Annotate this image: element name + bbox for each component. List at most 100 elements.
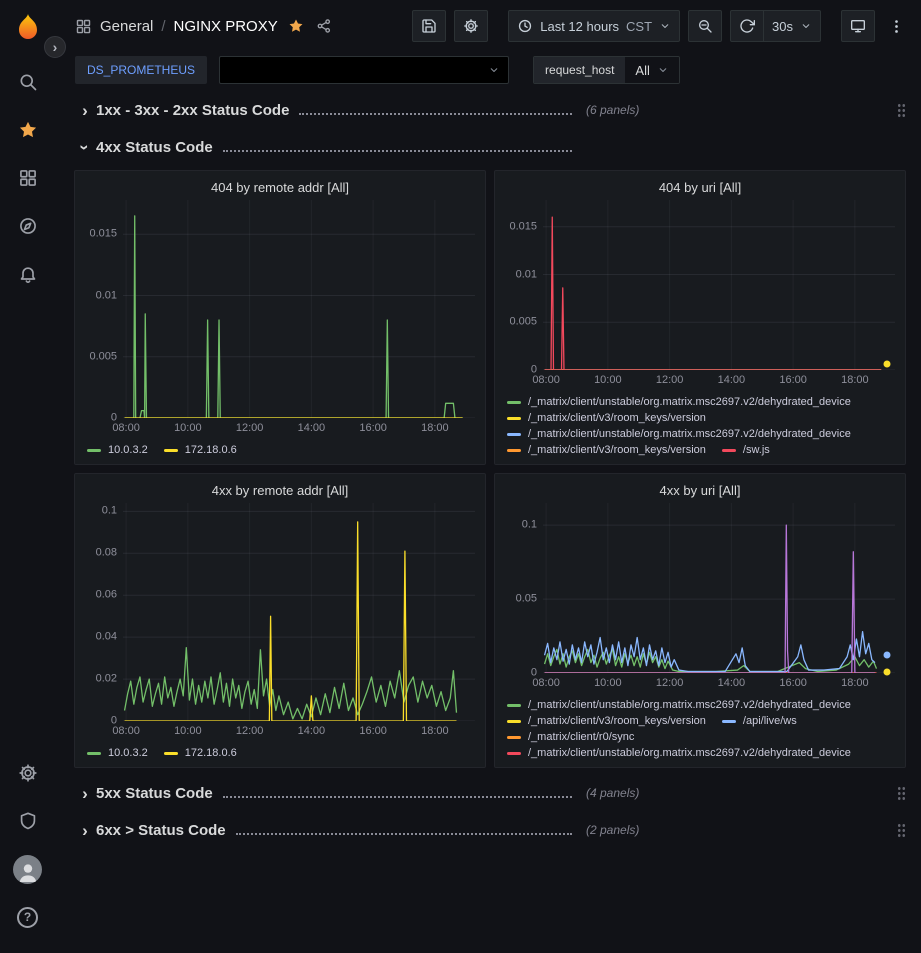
legend-item[interactable]: /sw.js — [722, 444, 770, 456]
row-title[interactable]: 4xx Status Code — [96, 139, 213, 156]
sidebar: › ? — [0, 0, 55, 953]
drag-handle-icon[interactable] — [897, 103, 906, 118]
chevron-right-icon: › — [53, 39, 58, 55]
legend-item[interactable]: /_matrix/client/unstable/org.matrix.msc2… — [507, 699, 851, 711]
legend-swatch — [87, 449, 101, 452]
cycle-view-button[interactable] — [841, 10, 875, 42]
dotted-leader — [223, 150, 572, 152]
x-tick-label: 08:00 — [112, 422, 140, 434]
breadcrumb-folder[interactable]: General — [100, 18, 153, 35]
plot-area[interactable] — [543, 200, 895, 370]
expand-sidebar-button[interactable]: › — [44, 36, 66, 58]
search-icon — [18, 72, 38, 92]
refresh-interval-dropdown[interactable]: 30s — [764, 10, 821, 42]
gear-icon — [18, 763, 38, 783]
plot-area[interactable] — [543, 503, 895, 673]
legend-label: /_matrix/client/v3/room_keys/version — [528, 412, 706, 424]
plot-area[interactable] — [123, 503, 475, 721]
save-dashboard-button[interactable] — [412, 10, 446, 42]
x-tick-label: 16:00 — [779, 374, 807, 386]
legend-swatch — [507, 736, 521, 739]
drag-handle-icon[interactable] — [897, 786, 906, 801]
drag-handle-icon[interactable] — [897, 823, 906, 838]
panel-count: (2 panels) — [586, 823, 639, 837]
legend-item[interactable]: 172.18.0.6 — [164, 747, 237, 759]
x-tick-label: 10:00 — [594, 677, 622, 689]
time-picker-button[interactable]: Last 12 hours CST — [508, 10, 680, 42]
legend-label: /_matrix/client/r0/sync — [528, 731, 634, 743]
panel-title[interactable]: 4xx by remote addr [All] — [85, 480, 475, 503]
variable-value-ds-prometheus[interactable] — [219, 56, 509, 84]
legend-item[interactable]: 10.0.3.2 — [87, 444, 148, 456]
row-5xx-status-code[interactable]: › 5xx Status Code (4 panels) — [74, 779, 906, 807]
sidebar-item-explore[interactable] — [8, 202, 48, 250]
row-6xx-status-code[interactable]: › 6xx > Status Code (2 panels) — [74, 816, 906, 844]
sidebar-item-alerting[interactable] — [8, 250, 48, 298]
refresh-button[interactable] — [730, 10, 764, 42]
legend-item[interactable]: /_matrix/client/unstable/org.matrix.msc2… — [507, 747, 851, 759]
star-icon — [288, 18, 304, 34]
main-area: General / NGINX PROXY L — [55, 0, 921, 953]
refresh-icon — [739, 18, 755, 34]
sidebar-item-configuration[interactable] — [8, 749, 48, 797]
row-1xx-3xx-2xx-status-code[interactable]: › 1xx - 3xx - 2xx Status Code (6 panels) — [74, 96, 906, 124]
y-axis: 00.020.040.060.080.1 — [85, 503, 123, 721]
favorite-star-button[interactable] — [286, 16, 306, 36]
breadcrumb: General / NGINX PROXY — [75, 16, 334, 36]
legend-item[interactable]: /_matrix/client/v3/room_keys/version — [507, 444, 706, 456]
legend-swatch — [507, 704, 521, 707]
variable-label-ds-prometheus[interactable]: DS_PROMETHEUS — [75, 56, 207, 84]
sidebar-item-profile[interactable] — [8, 845, 48, 893]
legend-item[interactable]: 10.0.3.2 — [87, 747, 148, 759]
legend-item[interactable]: /_matrix/client/unstable/org.matrix.msc2… — [507, 396, 851, 408]
sidebar-item-server-admin[interactable] — [8, 797, 48, 845]
legend-item[interactable]: /_matrix/client/v3/room_keys/version — [507, 412, 706, 424]
row-title[interactable]: 5xx Status Code — [96, 785, 213, 802]
y-tick-label: 0.04 — [96, 632, 117, 643]
x-tick-label: 14:00 — [298, 725, 326, 737]
dotted-leader — [236, 833, 572, 835]
share-icon — [316, 18, 332, 34]
sidebar-item-dashboards[interactable] — [8, 154, 48, 202]
legend-swatch — [507, 752, 521, 755]
row-title[interactable]: 1xx - 3xx - 2xx Status Code — [96, 102, 289, 119]
plot-area[interactable] — [123, 200, 475, 418]
y-tick-label: 0.005 — [89, 351, 117, 362]
zoom-out-time-button[interactable] — [688, 10, 722, 42]
x-tick-label: 18:00 — [841, 374, 869, 386]
row-title[interactable]: 6xx > Status Code — [96, 822, 226, 839]
person-icon — [16, 860, 40, 884]
legend-item[interactable]: /_matrix/client/v3/room_keys/version — [507, 715, 706, 727]
refresh-group: 30s — [730, 10, 821, 42]
sidebar-item-search[interactable] — [8, 58, 48, 106]
row-title-wrap: 6xx > Status Code — [96, 822, 582, 839]
kebab-menu-button[interactable] — [883, 10, 909, 42]
panel-title[interactable]: 4xx by uri [All] — [505, 480, 895, 503]
variable-label-request-host: request_host — [534, 57, 625, 83]
series-end-dot — [884, 668, 891, 675]
row-4xx-status-code[interactable]: › 4xx Status Code — [74, 133, 906, 161]
y-tick-label: 0.05 — [516, 594, 537, 605]
grafana-app: › ? — [0, 0, 921, 953]
panel-title[interactable]: 404 by uri [All] — [505, 177, 895, 200]
panel-title[interactable]: 404 by remote addr [All] — [85, 177, 475, 200]
variable-request-host[interactable]: request_host All — [533, 56, 680, 84]
chevron-down-icon — [659, 20, 671, 32]
x-tick-label: 14:00 — [718, 374, 746, 386]
sidebar-item-help[interactable]: ? — [8, 893, 48, 941]
legend-item[interactable]: /_matrix/client/unstable/org.matrix.msc2… — [507, 428, 851, 440]
sidebar-item-starred[interactable] — [8, 106, 48, 154]
legend-item[interactable]: 172.18.0.6 — [164, 444, 237, 456]
legend-item[interactable]: /_matrix/client/r0/sync — [507, 731, 634, 743]
legend: 10.0.3.2 172.18.0.6 — [85, 740, 475, 759]
legend-item[interactable]: /api/live/ws — [722, 715, 797, 727]
dashboard-body: › 1xx - 3xx - 2xx Status Code (6 panels)… — [55, 88, 921, 953]
x-tick-label: 18:00 — [421, 725, 449, 737]
share-button[interactable] — [314, 16, 334, 36]
variable-value-request-host[interactable]: All — [625, 57, 678, 83]
dashboard-settings-button[interactable] — [454, 10, 488, 42]
clock-icon — [517, 18, 533, 34]
gear-icon — [463, 18, 479, 34]
grafana-logo[interactable] — [10, 8, 46, 48]
dashboard-title[interactable]: NGINX PROXY — [174, 18, 278, 35]
